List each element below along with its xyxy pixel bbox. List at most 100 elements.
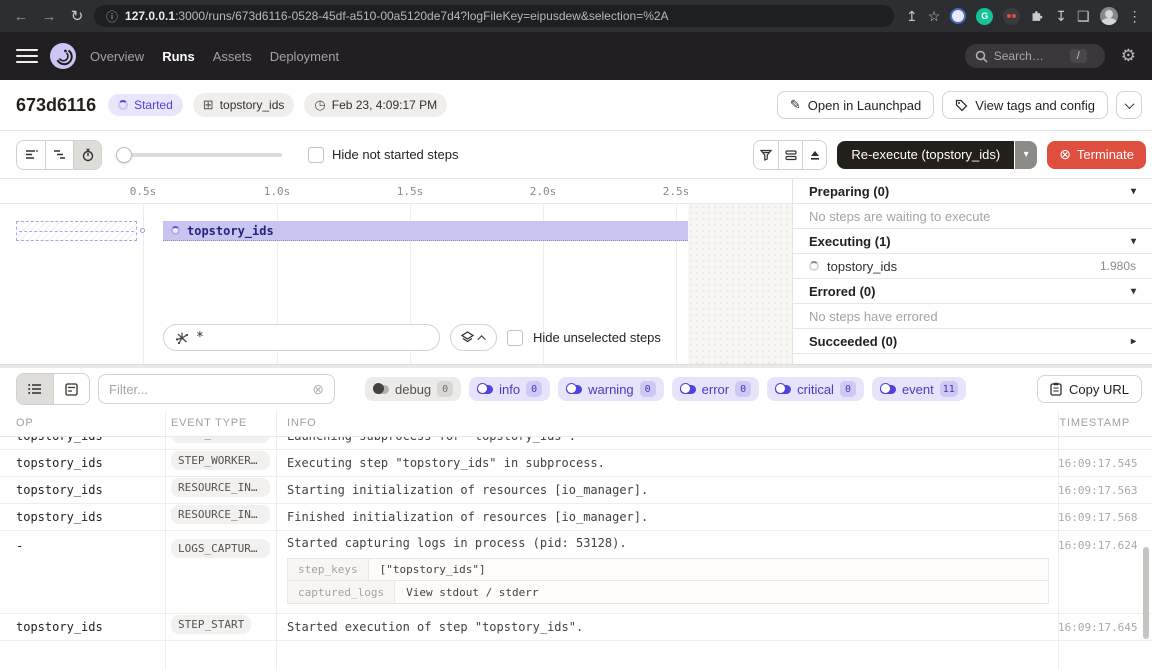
reexecute-dropdown-button[interactable]: ▾ [1014, 141, 1037, 169]
status-badge: Started [108, 94, 183, 116]
status-label: Started [134, 98, 173, 112]
section-title: Succeeded (0) [809, 334, 897, 349]
global-search[interactable]: / [965, 44, 1105, 68]
hamburger-menu-icon[interactable] [16, 49, 38, 64]
url-text: 127.0.0.1:3000/runs/673d6116-0528-45df-a… [125, 9, 669, 23]
section-title: Executing (1) [809, 234, 891, 249]
share-icon[interactable]: ↥ [906, 8, 918, 25]
log-scrollbar-thumb[interactable] [1143, 547, 1149, 639]
axis-tick: 2.5s [663, 185, 690, 198]
log-row[interactable]: topstory_ids RESOURCE_INIT_STARTED Start… [0, 477, 1152, 504]
url-path: :3000/runs/673d6116-0528-45df-a510-00a51… [175, 9, 669, 23]
nav-item-overview[interactable]: Overview [90, 49, 144, 64]
col-timestamp: TIMESTAMP [1058, 417, 1152, 429]
waterfall-view-button[interactable] [45, 141, 73, 169]
clear-filter-icon[interactable]: ⊗ [312, 381, 324, 398]
filter-funnel-button[interactable] [754, 141, 778, 169]
bookmark-star-icon[interactable]: ☆ [928, 8, 941, 25]
log-row[interactable]: topstory_ids STEP_WORKER_STARTED Executi… [0, 450, 1152, 477]
panel-section-executing[interactable]: Executing (1) ▾ [793, 229, 1152, 254]
slider-track[interactable] [116, 153, 282, 157]
sidebar-icon[interactable]: ❑ [1077, 8, 1090, 25]
hide-not-started-checkbox[interactable] [308, 147, 324, 163]
log-row[interactable]: topstory_ids STEP_START Started executio… [0, 614, 1152, 641]
axis-tick: 2.0s [530, 185, 557, 198]
search-input[interactable] [994, 49, 1064, 63]
back-icon[interactable]: ← [10, 8, 32, 25]
filter-chip-critical[interactable]: critical0 [767, 377, 864, 401]
view-stdout-stderr-link[interactable]: View stdout / stderr [395, 581, 1049, 604]
collapse-rows-button[interactable] [778, 141, 802, 169]
slider-thumb[interactable] [116, 147, 132, 163]
flat-view-button[interactable] [17, 141, 45, 169]
grammarly-extension-icon[interactable]: G [976, 8, 993, 25]
view-tags-config-button[interactable]: View tags and config [942, 91, 1108, 119]
nav-item-assets[interactable]: Assets [213, 49, 252, 64]
graph-layers-button[interactable] [450, 324, 497, 351]
pencil-icon: ✎ [790, 97, 801, 113]
url-host: 127.0.0.1 [125, 9, 175, 23]
reload-icon[interactable]: ↻ [66, 7, 88, 25]
row-op: topstory_ids [0, 483, 165, 497]
section-title: Errored (0) [809, 284, 875, 299]
unstructured-logs-button[interactable] [17, 374, 53, 404]
url-bar[interactable]: ⓘ 127.0.0.1:3000/runs/673d6116-0528-45df… [94, 5, 894, 27]
metadata-key: step_keys [287, 558, 369, 581]
downloads-icon[interactable]: ↧ [1055, 8, 1067, 25]
password-extension-icon[interactable] [950, 8, 966, 24]
metadata-row: captured_logs View stdout / stderr [287, 581, 1049, 604]
filter-chip-debug[interactable]: debug0 [365, 377, 461, 401]
axis-tick: 1.0s [264, 185, 291, 198]
row-timestamp: 16:09:17.645 [1058, 621, 1152, 634]
browser-menu-icon[interactable]: ⋮ [1128, 8, 1142, 25]
gantt-dependency-dot [140, 228, 145, 233]
gantt-view-mode-group [16, 140, 102, 170]
reexecute-button[interactable]: Re-execute (topstory_ids) [837, 141, 1014, 169]
timed-view-button[interactable] [73, 141, 101, 169]
hide-unselected-label: Hide unselected steps [533, 330, 661, 345]
nav-item-deployment[interactable]: Deployment [270, 49, 339, 64]
structured-logs-button[interactable] [53, 374, 89, 404]
settings-gear-icon[interactable]: ⚙ [1121, 46, 1136, 66]
panel-section-preparing[interactable]: Preparing (0) ▾ [793, 179, 1152, 204]
hide-unselected-checkbox[interactable] [507, 330, 523, 346]
executing-step-row[interactable]: topstory_ids 1.980s [793, 254, 1152, 279]
filter-chip-event[interactable]: event11 [872, 377, 966, 401]
run-more-actions-button[interactable] [1116, 91, 1142, 119]
caret-down-icon: ▾ [1131, 236, 1136, 247]
log-row-logs-captured[interactable]: - LOGS_CAPTURED Started capturing logs i… [0, 531, 1152, 614]
empty-label: No steps are waiting to execute [809, 209, 990, 224]
log-row[interactable]: topstory_ids RESOURCE_INIT_SUCCESS Finis… [0, 504, 1152, 531]
copy-url-button[interactable]: Copy URL [1037, 375, 1142, 403]
gantt-waiting-box [16, 221, 137, 241]
log-filter-input[interactable] [109, 382, 312, 397]
toggle-icon [880, 385, 896, 394]
row-op: topstory_ids [0, 620, 165, 634]
nav-item-runs[interactable]: Runs [162, 49, 195, 64]
dagster-logo[interactable] [50, 43, 76, 69]
terminate-button[interactable]: ⊗ Terminate [1047, 141, 1146, 169]
site-info-icon[interactable]: ⓘ [106, 8, 118, 25]
extension-icon[interactable] [1003, 8, 1020, 25]
row-timestamp: 16:09:17.545 [1058, 457, 1152, 470]
eject-top-button[interactable] [802, 141, 826, 169]
gantt-future-region [688, 204, 792, 364]
filter-chip-warning[interactable]: warning0 [558, 377, 664, 401]
panel-section-errored[interactable]: Errored (0) ▾ [793, 279, 1152, 304]
hide-not-started-label: Hide not started steps [332, 147, 458, 162]
filter-chip-info[interactable]: info0 [469, 377, 550, 401]
panel-section-succeeded[interactable]: Succeeded (0) ▸ [793, 329, 1152, 354]
datetime-tag[interactable]: ◷ Feb 23, 4:09:17 PM [304, 93, 447, 117]
gantt-zoom-slider[interactable] [116, 147, 282, 163]
gantt-step-bar[interactable]: topstory_ids [163, 221, 688, 241]
gantt-toolbar: Hide not started steps Re-execute (topst… [0, 131, 1152, 179]
job-tag[interactable]: ⊞ topstory_ids [193, 93, 295, 117]
filter-chip-error[interactable]: error0 [672, 377, 759, 401]
profile-avatar[interactable] [1100, 7, 1118, 25]
row-op: topstory_ids [0, 456, 165, 470]
chip-label: info [499, 382, 520, 397]
puzzle-extensions-icon[interactable] [1030, 9, 1045, 24]
open-launchpad-button[interactable]: ✎ Open in Launchpad [777, 91, 934, 119]
forward-icon[interactable]: → [38, 8, 60, 25]
op-selector-input[interactable] [196, 330, 396, 345]
